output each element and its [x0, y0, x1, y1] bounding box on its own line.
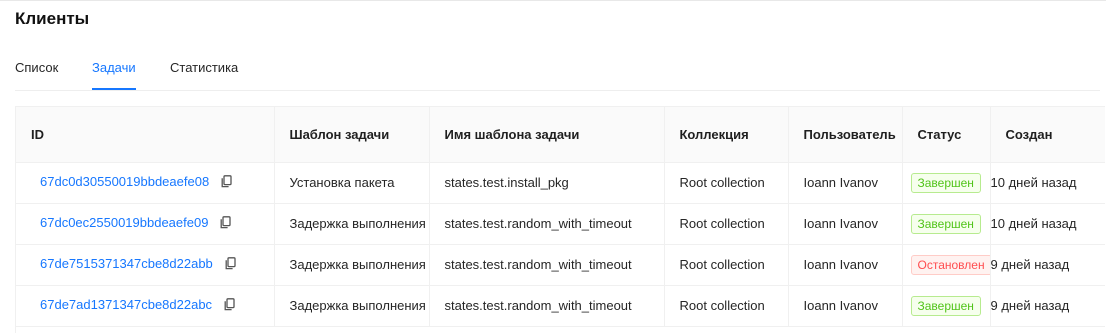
status-cell: Завершен	[902, 203, 991, 245]
id-cell: 67dc0d30550019bbdeaefe08	[16, 162, 275, 204]
template-cell: Задержка выполнения	[274, 244, 430, 286]
table-row[interactable]: 67dc0ec2550019bbdeaefe09 Задержка выполне…	[16, 203, 1105, 245]
tab-statistics[interactable]: Статистика	[170, 60, 238, 89]
id-cell: 67de7515371347cbe8d22abb	[16, 244, 275, 286]
user-cell: Ioann Ivanov	[788, 162, 903, 204]
table-row[interactable]: 67de7ad1371347cbe8d22abc Задержка выполне…	[16, 285, 1105, 327]
template-name-cell: states.test.random_with_timeout	[429, 285, 665, 327]
created-cell: 10 дней назад	[990, 203, 1105, 245]
copy-icon[interactable]	[224, 297, 235, 315]
template-cell: Задержка выполнения	[274, 203, 430, 245]
status-cell: Завершен	[902, 285, 991, 327]
collection-cell: Root collection	[664, 203, 789, 245]
column-header-user[interactable]: Пользователь	[788, 107, 903, 163]
template-cell: Задержка выполнения	[274, 285, 430, 327]
template-name-cell: states.test.random_with_timeout	[429, 203, 665, 245]
status-badge: Остановлен	[910, 255, 989, 275]
column-header-status[interactable]: Статус	[902, 107, 991, 163]
user-cell: Ioann Ivanov	[788, 203, 903, 245]
created-cell: 10 дней назад	[990, 162, 1105, 204]
task-id-link[interactable]: 67de7ad1371347cbe8d22abc	[40, 297, 212, 312]
column-header-template-name[interactable]: Имя шаблона задачи	[429, 107, 665, 163]
task-id-link[interactable]: 67dc0ec2550019bbdeaefe09	[40, 215, 208, 230]
tab-tasks[interactable]: Задачи	[92, 60, 136, 90]
template-cell: Установка пакета	[274, 162, 430, 204]
tasks-table: ID Шаблон задачи Имя шаблона задачи Колл…	[15, 106, 1105, 333]
tab-bar: Список Задачи Статистика	[15, 60, 1100, 91]
created-cell: 9 дней назад	[990, 244, 1105, 286]
copy-icon[interactable]	[220, 215, 232, 233]
status-badge: Завершен	[910, 214, 981, 234]
id-cell: 67dc0ec2550019bbdeaefe09	[16, 203, 275, 245]
collection-cell: Root collection	[664, 162, 789, 204]
template-name-cell: states.test.install_pkg	[429, 162, 665, 204]
top-divider	[0, 0, 1106, 1]
user-cell: Ioann Ivanov	[788, 285, 903, 327]
column-header-collection[interactable]: Коллекция	[664, 107, 789, 163]
page-title: Клиенты	[15, 9, 90, 28]
collection-cell: Root collection	[664, 285, 789, 327]
copy-icon[interactable]	[225, 256, 236, 274]
status-badge: Завершен	[910, 296, 981, 316]
status-badge: Завершен	[910, 173, 981, 193]
collection-cell: Root collection	[664, 244, 789, 286]
template-name-cell: states.test.random_with_timeout	[429, 244, 665, 286]
table-header-row: ID Шаблон задачи Имя шаблона задачи Колл…	[16, 107, 1105, 163]
copy-icon[interactable]	[221, 174, 232, 192]
user-cell: Ioann Ivanov	[788, 244, 903, 286]
table-row[interactable]: 67dc0d30550019bbdeaefe08 Установка пакета…	[16, 162, 1105, 204]
id-cell: 67de7ad1371347cbe8d22abc	[16, 285, 275, 327]
created-cell: 9 дней назад	[990, 285, 1105, 327]
task-id-link[interactable]: 67dc0d30550019bbdeaefe08	[40, 174, 209, 189]
column-header-created[interactable]: Создан	[990, 107, 1105, 163]
table-row[interactable]: 67de7515371347cbe8d22abb Задержка выполне…	[16, 244, 1105, 286]
column-header-id[interactable]: ID	[16, 107, 275, 163]
status-cell: Завершен	[902, 162, 991, 204]
status-cell: Остановлен	[902, 244, 991, 286]
tab-list[interactable]: Список	[15, 60, 58, 89]
column-header-template[interactable]: Шаблон задачи	[274, 107, 430, 163]
task-id-link[interactable]: 67de7515371347cbe8d22abb	[40, 256, 213, 271]
